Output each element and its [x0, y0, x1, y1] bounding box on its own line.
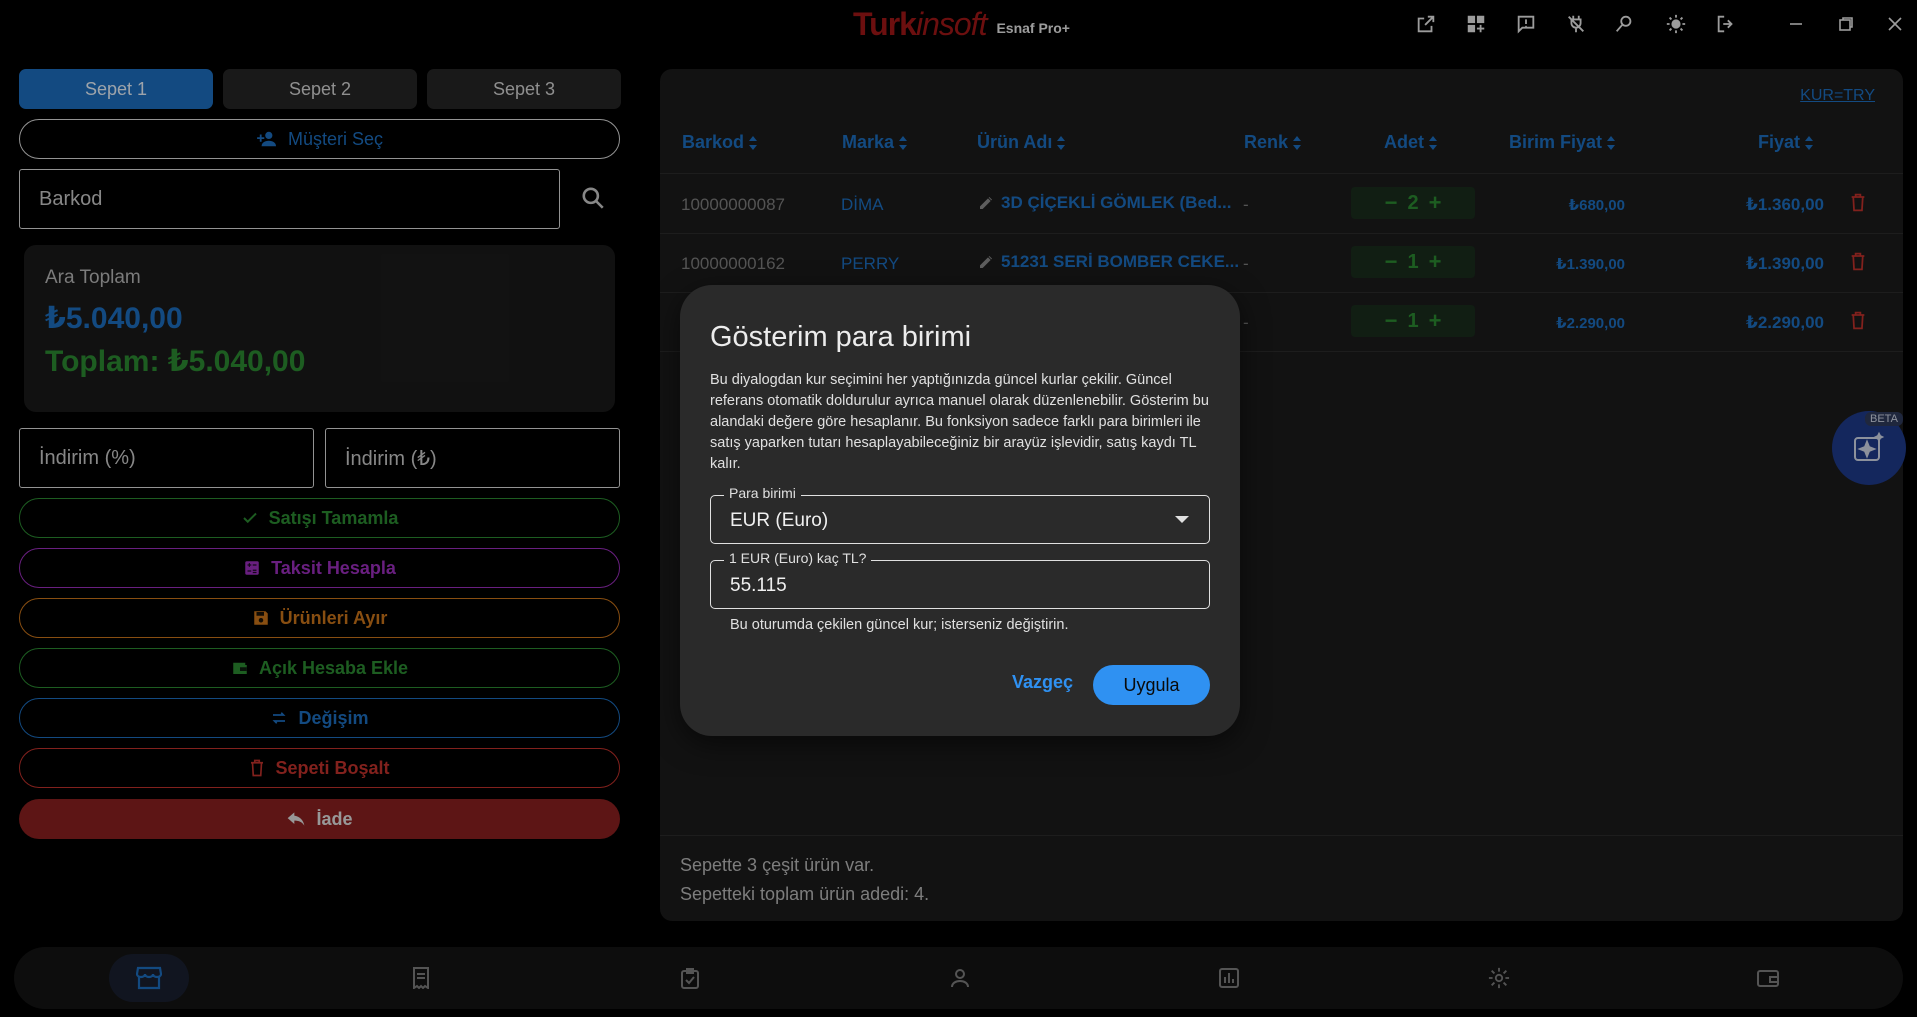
dialog-title: Gösterim para birimi: [710, 321, 972, 353]
cancel-button[interactable]: Vazgeç: [1012, 672, 1073, 693]
currency-select-value: EUR (Euro): [730, 510, 829, 531]
currency-select-label: Para birimi: [724, 485, 801, 501]
exchange-rate-value: 55.115: [730, 575, 787, 596]
dialog-description: Bu diyalogdan kur seçimini her yaptığını…: [710, 372, 1209, 472]
exchange-rate-label: 1 EUR (Euro) kaç TL?: [724, 550, 872, 566]
dropdown-arrow-icon[interactable]: [1175, 516, 1189, 523]
exchange-rate-input[interactable]: 1 EUR (Euro) kaç TL? 55.115: [710, 550, 1210, 609]
currency-dialog: Gösterim para birimi Bu diyalogdan kur s…: [680, 285, 1240, 736]
apply-button[interactable]: Uygula: [1093, 665, 1210, 705]
currency-select[interactable]: Para birimi EUR (Euro): [710, 485, 1210, 544]
exchange-rate-helper: Bu oturumda çekilen güncel kur; istersen…: [730, 617, 1069, 633]
